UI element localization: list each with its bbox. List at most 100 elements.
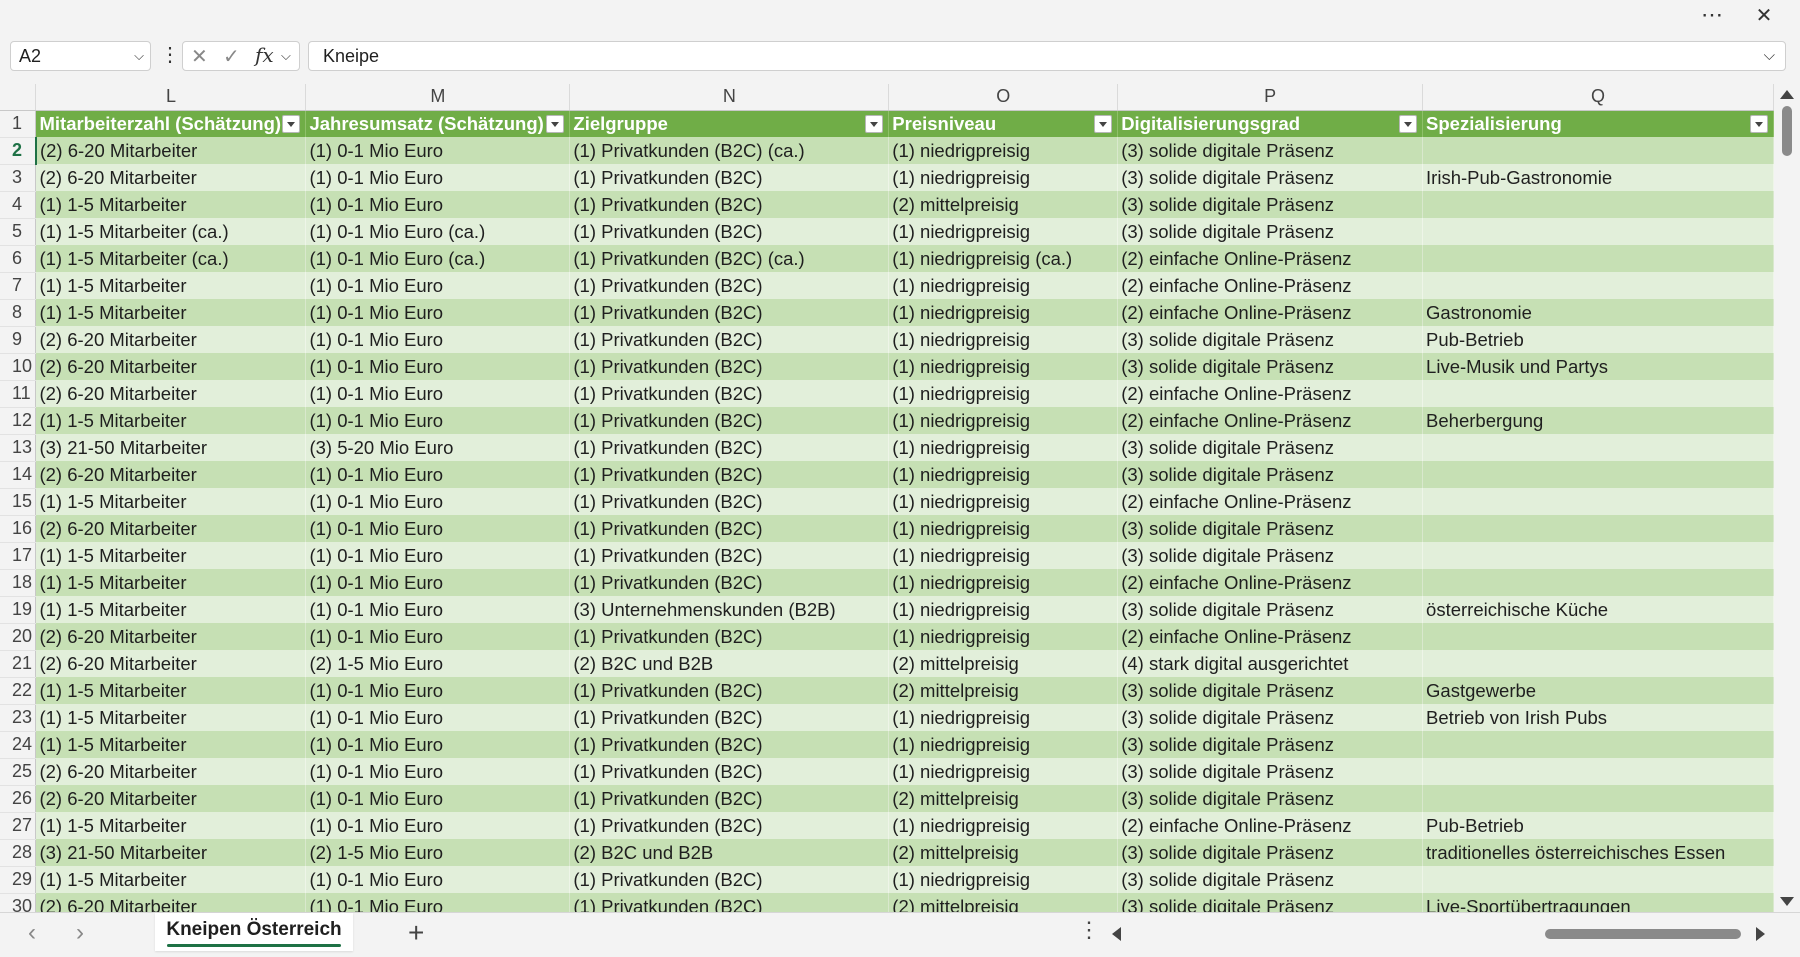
table-cell[interactable]: (1) 0-1 Mio Euro xyxy=(305,461,571,488)
table-cell[interactable] xyxy=(1422,758,1774,785)
table-cell[interactable]: (1) Privatkunden (B2C) xyxy=(569,623,890,650)
row-header[interactable]: 29 xyxy=(0,866,37,894)
cancel-icon[interactable]: ✕ xyxy=(191,44,208,69)
add-sheet-icon[interactable]: + xyxy=(408,917,424,949)
table-cell[interactable]: (1) 1-5 Mitarbeiter xyxy=(35,272,307,299)
table-cell[interactable]: (3) solide digitale Präsenz xyxy=(1117,515,1424,542)
table-cell[interactable]: (2) einfache Online-Präsenz xyxy=(1117,623,1424,650)
table-cell[interactable]: (1) niedrigpreisig xyxy=(888,623,1119,650)
table-cell[interactable]: (1) 0-1 Mio Euro xyxy=(305,893,571,912)
table-cell[interactable]: (2) 6-20 Mitarbeiter xyxy=(35,758,307,785)
table-cell[interactable]: (1) 0-1 Mio Euro xyxy=(305,785,571,812)
table-cell[interactable]: (1) Privatkunden (B2C) xyxy=(569,191,890,218)
table-cell[interactable]: (1) 0-1 Mio Euro xyxy=(305,812,571,839)
table-header-cell[interactable]: Preisniveau xyxy=(888,110,1119,137)
filter-dropdown-icon[interactable] xyxy=(1094,114,1113,133)
table-cell[interactable]: (1) Privatkunden (B2C) xyxy=(569,704,890,731)
table-cell[interactable]: (3) solide digitale Präsenz xyxy=(1117,164,1424,191)
row-header[interactable]: 18 xyxy=(0,569,37,597)
row-header[interactable]: 9 xyxy=(0,326,37,354)
table-cell[interactable]: (1) Privatkunden (B2C) xyxy=(569,407,890,434)
table-cell[interactable]: (1) niedrigpreisig xyxy=(888,731,1119,758)
table-cell[interactable]: (1) 1-5 Mitarbeiter xyxy=(35,677,307,704)
table-cell[interactable]: (1) niedrigpreisig xyxy=(888,704,1119,731)
row-header[interactable]: 5 xyxy=(0,218,37,246)
table-cell[interactable]: (2) mittelpreisig xyxy=(888,677,1119,704)
row-header[interactable]: 3 xyxy=(0,164,37,192)
previous-sheet-icon[interactable]: ‹ xyxy=(28,919,36,947)
table-cell[interactable]: (1) 0-1 Mio Euro xyxy=(305,191,571,218)
table-cell[interactable] xyxy=(1422,731,1774,758)
table-cell[interactable]: (1) niedrigpreisig xyxy=(888,434,1119,461)
vertical-scrollbar[interactable] xyxy=(1774,84,1800,912)
row-header[interactable]: 12 xyxy=(0,407,37,435)
table-cell[interactable]: (3) solide digitale Präsenz xyxy=(1117,893,1424,912)
row-header[interactable]: 7 xyxy=(0,272,37,300)
table-cell[interactable] xyxy=(1422,191,1774,218)
table-header-cell[interactable]: Mitarbeiterzahl (Schätzung) xyxy=(35,110,307,137)
table-cell[interactable]: (3) solide digitale Präsenz xyxy=(1117,839,1424,866)
filter-dropdown-icon[interactable] xyxy=(865,114,884,133)
table-cell[interactable]: Pub-Betrieb xyxy=(1422,326,1774,353)
table-cell[interactable]: Live-Musik und Partys xyxy=(1422,353,1774,380)
table-cell[interactable]: Pub-Betrieb xyxy=(1422,812,1774,839)
table-cell[interactable]: (3) solide digitale Präsenz xyxy=(1117,866,1424,893)
table-cell[interactable]: (1) 1-5 Mitarbeiter xyxy=(35,596,307,623)
table-cell[interactable]: (1) 1-5 Mitarbeiter xyxy=(35,299,307,326)
scroll-down-icon[interactable] xyxy=(1780,897,1794,906)
column-header[interactable]: M xyxy=(305,84,571,111)
row-header[interactable]: 2 xyxy=(0,137,37,165)
table-cell[interactable]: (1) Privatkunden (B2C) xyxy=(569,461,890,488)
table-cell[interactable]: (2) mittelpreisig xyxy=(888,191,1119,218)
table-cell[interactable]: Live-Sportübertragungen xyxy=(1422,893,1774,912)
table-cell[interactable]: Betrieb von Irish Pubs xyxy=(1422,704,1774,731)
table-cell[interactable]: (1) Privatkunden (B2C) xyxy=(569,677,890,704)
table-cell[interactable]: (1) niedrigpreisig xyxy=(888,218,1119,245)
row-header[interactable]: 25 xyxy=(0,758,37,786)
vertical-scroll-thumb[interactable] xyxy=(1782,106,1792,156)
table-cell[interactable]: (2) einfache Online-Präsenz xyxy=(1117,569,1424,596)
table-cell[interactable]: (1) Privatkunden (B2C) xyxy=(569,515,890,542)
table-cell[interactable]: (2) einfache Online-Präsenz xyxy=(1117,380,1424,407)
horizontal-scroll-thumb[interactable] xyxy=(1545,929,1741,939)
table-cell[interactable]: (2) 6-20 Mitarbeiter xyxy=(35,785,307,812)
table-cell[interactable]: (2) 6-20 Mitarbeiter xyxy=(35,137,307,164)
table-cell[interactable]: (2) einfache Online-Präsenz xyxy=(1117,272,1424,299)
insert-function-icon[interactable]: fx xyxy=(255,43,274,67)
table-cell[interactable]: (1) niedrigpreisig xyxy=(888,758,1119,785)
table-cell[interactable]: (1) niedrigpreisig xyxy=(888,569,1119,596)
table-cell[interactable]: (1) niedrigpreisig xyxy=(888,461,1119,488)
table-cell[interactable]: (2) mittelpreisig xyxy=(888,785,1119,812)
table-cell[interactable]: (2) 6-20 Mitarbeiter xyxy=(35,164,307,191)
table-cell[interactable]: (3) solide digitale Präsenz xyxy=(1117,137,1424,164)
expand-formula-chevron-icon[interactable]: ⌵ xyxy=(1764,42,1775,70)
table-cell[interactable]: (1) 1-5 Mitarbeiter xyxy=(35,488,307,515)
table-cell[interactable]: (3) solide digitale Präsenz xyxy=(1117,731,1424,758)
table-cell[interactable]: (1) 0-1 Mio Euro xyxy=(305,515,571,542)
table-cell[interactable]: (1) Privatkunden (B2C) xyxy=(569,893,890,912)
row-header[interactable]: 17 xyxy=(0,542,37,570)
filter-dropdown-icon[interactable] xyxy=(1399,114,1418,133)
table-cell[interactable]: (1) niedrigpreisig xyxy=(888,542,1119,569)
table-cell[interactable] xyxy=(1422,434,1774,461)
table-cell[interactable]: (3) solide digitale Präsenz xyxy=(1117,677,1424,704)
table-cell[interactable]: (1) Privatkunden (B2C) xyxy=(569,812,890,839)
table-cell[interactable] xyxy=(1422,623,1774,650)
table-cell[interactable] xyxy=(1422,245,1774,272)
table-cell[interactable]: (1) niedrigpreisig xyxy=(888,164,1119,191)
table-cell[interactable]: (1) 0-1 Mio Euro xyxy=(305,380,571,407)
row-header[interactable]: 27 xyxy=(0,812,37,840)
scroll-right-icon[interactable] xyxy=(1756,927,1765,941)
table-cell[interactable]: (3) solide digitale Präsenz xyxy=(1117,704,1424,731)
table-cell[interactable]: (1) Privatkunden (B2C) xyxy=(569,218,890,245)
table-cell[interactable]: (3) solide digitale Präsenz xyxy=(1117,785,1424,812)
row-header[interactable]: 21 xyxy=(0,650,37,678)
table-header-cell[interactable]: Zielgruppe xyxy=(569,110,890,137)
table-cell[interactable]: (2) B2C und B2B xyxy=(569,650,890,677)
table-cell[interactable]: (3) Unternehmenskunden (B2B) xyxy=(569,596,890,623)
table-cell[interactable] xyxy=(1422,461,1774,488)
name-box[interactable]: A2 ⌵ xyxy=(10,41,151,71)
column-header[interactable]: Q xyxy=(1422,84,1774,111)
table-cell[interactable]: (2) 1-5 Mio Euro xyxy=(305,839,571,866)
chevron-down-icon[interactable]: ⌵ xyxy=(134,42,144,70)
